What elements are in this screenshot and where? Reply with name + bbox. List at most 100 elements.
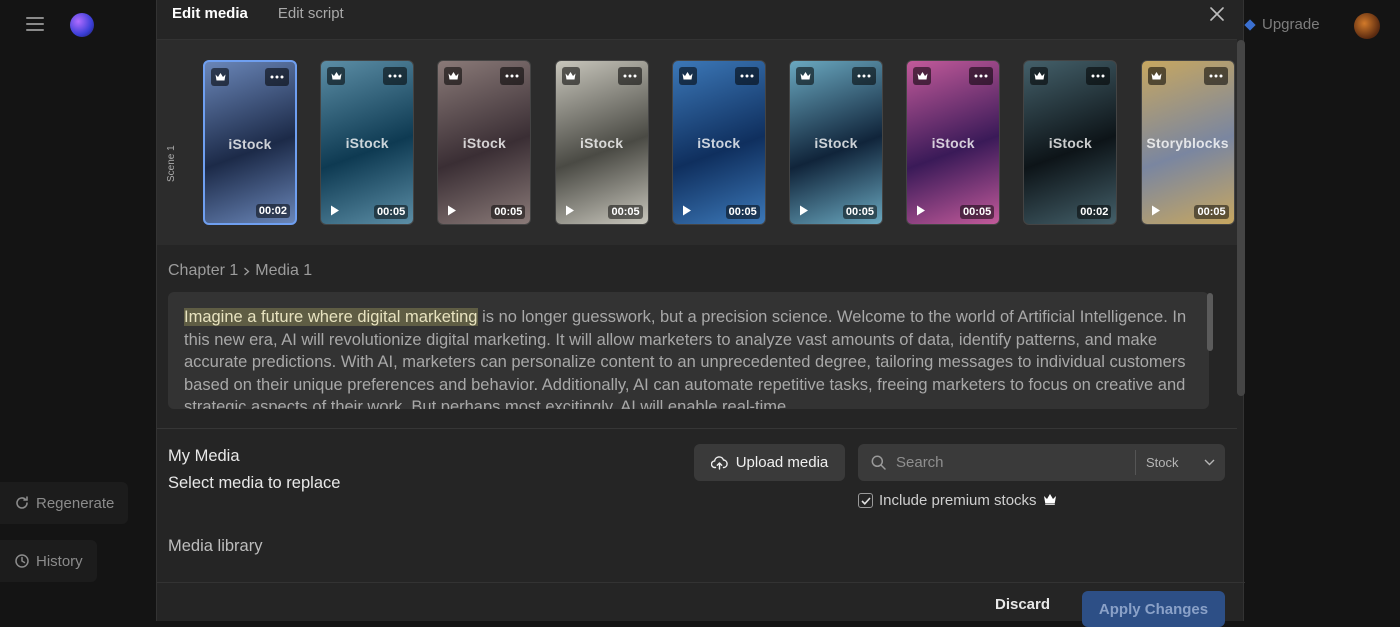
footer-divider [157, 582, 1245, 583]
script-text-box[interactable]: Imagine a future where digital marketing… [168, 292, 1209, 409]
modal-scrollbar[interactable] [1237, 40, 1245, 396]
diamond-icon [1244, 18, 1256, 31]
more-options-icon[interactable] [617, 67, 642, 85]
breadcrumb: Chapter 1 Media 1 [168, 262, 312, 280]
script-text: Imagine a future where digital marketing… [184, 306, 1204, 409]
media-thumbnail[interactable]: iStock 00:05 [789, 60, 883, 225]
thumbnail-source: iStock [814, 135, 858, 151]
tab-edit-media[interactable]: Edit media [172, 0, 248, 28]
check-icon [860, 496, 871, 505]
premium-crown-icon [1030, 67, 1049, 85]
media-thumbnail[interactable]: iStock 00:05 [671, 60, 766, 225]
thumbnail-duration: 00:05 [960, 205, 995, 219]
play-icon[interactable] [916, 205, 926, 216]
thumbnail-duration: 00:02 [1077, 205, 1112, 219]
media-thumbnail[interactable]: iStock 00:05 [437, 60, 532, 225]
thumbnail-duration: 00:05 [1194, 205, 1229, 219]
apply-changes-button[interactable]: Apply Changes [1082, 591, 1225, 627]
history-label: History [36, 552, 83, 570]
premium-crown-icon [327, 67, 346, 85]
breadcrumb-chapter[interactable]: Chapter 1 [168, 262, 238, 280]
thumbnail-duration: 00:05 [491, 205, 526, 219]
premium-crown-icon [444, 67, 463, 85]
crown-icon [1043, 492, 1057, 509]
breadcrumb-media: Media 1 [255, 262, 313, 279]
close-icon [1210, 7, 1224, 21]
close-button[interactable] [1207, 4, 1227, 24]
search-bar: Stock [858, 444, 1225, 481]
edit-media-modal: Edit media Edit script Scene 1 iStock 00:… [156, 0, 1245, 627]
more-options-icon[interactable] [383, 67, 408, 85]
more-options-icon[interactable] [1086, 67, 1111, 85]
media-library-title: Media library [168, 537, 263, 555]
more-options-icon[interactable] [1203, 67, 1228, 85]
upload-media-label: Upload media [735, 454, 829, 471]
premium-crown-icon [1147, 67, 1166, 85]
my-media-title: My Media [168, 447, 240, 465]
media-strip: Scene 1 iStock 00:02 iStock 00:05 iStock 00:0… [157, 40, 1237, 245]
app-logo [70, 13, 94, 37]
chevron-right-icon [244, 267, 250, 275]
clock-icon [15, 554, 29, 568]
chevron-down-icon [1204, 459, 1215, 466]
thumbnail-source: Storyblocks [1146, 135, 1229, 151]
play-icon[interactable] [1151, 205, 1161, 216]
premium-crown-icon [561, 67, 580, 85]
more-options-icon[interactable] [500, 67, 525, 85]
premium-crown-icon [913, 67, 932, 85]
refresh-icon [16, 496, 28, 509]
thumbnail-source: iStock [462, 135, 506, 151]
premium-stocks-checkbox[interactable] [858, 493, 873, 508]
more-options-icon[interactable] [734, 67, 759, 85]
media-thumbnail[interactable]: iStock 00:05 [554, 60, 649, 225]
premium-stocks-option: Include premium stocks [858, 492, 1057, 509]
source-select-value: Stock [1146, 455, 1179, 470]
premium-crown-icon [211, 68, 229, 86]
modal-tabs: Edit media Edit script [172, 0, 344, 28]
upgrade-label: Upgrade [1262, 16, 1320, 33]
media-thumbnail[interactable]: iStock 00:02 [1023, 60, 1118, 225]
source-select[interactable]: Stock [1136, 444, 1225, 481]
tab-edit-script[interactable]: Edit script [278, 0, 344, 28]
play-icon[interactable] [447, 205, 457, 216]
play-icon[interactable] [330, 205, 340, 216]
media-thumbnail[interactable]: iStock 00:05 [906, 60, 1001, 225]
regenerate-label: Regenerate [36, 494, 115, 512]
script-highlight: Imagine a future where digital marketing [184, 308, 478, 326]
media-thumbnail[interactable]: Storyblocks 00:05 [1140, 60, 1235, 225]
thumbnail-duration: 00:05 [374, 205, 409, 219]
discard-button[interactable]: Discard [995, 596, 1050, 613]
thumbnail-source: iStock [697, 135, 741, 151]
search-icon [871, 455, 886, 470]
play-icon[interactable] [682, 205, 692, 216]
premium-stocks-label: Include premium stocks [879, 492, 1037, 509]
thumbnail-duration: 00:05 [608, 205, 643, 219]
regenerate-button[interactable]: Regenerate [0, 482, 129, 524]
premium-crown-icon [678, 67, 697, 85]
thumbnail-source: iStock [228, 136, 272, 152]
thumbnail-source: iStock [579, 135, 624, 151]
media-thumbnail[interactable]: iStock 00:02 [203, 60, 297, 225]
play-icon[interactable] [799, 205, 809, 216]
cloud-upload-icon [710, 455, 728, 470]
thumbnail-duration: 00:05 [725, 205, 760, 219]
search-input[interactable] [892, 444, 1140, 481]
history-button[interactable]: History [0, 540, 97, 582]
premium-crown-icon [796, 67, 814, 85]
my-media-subtitle: Select media to replace [168, 474, 341, 492]
thumbnail-duration: 00:02 [255, 204, 290, 218]
upload-media-button[interactable]: Upload media [694, 444, 845, 481]
thumbnail-source: iStock [345, 135, 389, 151]
script-scrollbar[interactable] [1207, 293, 1213, 351]
avatar[interactable] [1354, 13, 1380, 39]
thumbnail-source: iStock [1048, 135, 1092, 151]
more-options-icon[interactable] [852, 67, 876, 85]
thumbnail-duration: 00:05 [842, 205, 877, 219]
upgrade-button[interactable]: Upgrade [1244, 16, 1320, 33]
media-thumbnail[interactable]: iStock 00:05 [320, 60, 415, 225]
scene-label: Scene 1 [166, 145, 177, 182]
more-options-icon[interactable] [265, 68, 289, 86]
play-icon[interactable] [565, 205, 575, 216]
menu-icon[interactable] [26, 17, 44, 31]
more-options-icon[interactable] [969, 67, 994, 85]
